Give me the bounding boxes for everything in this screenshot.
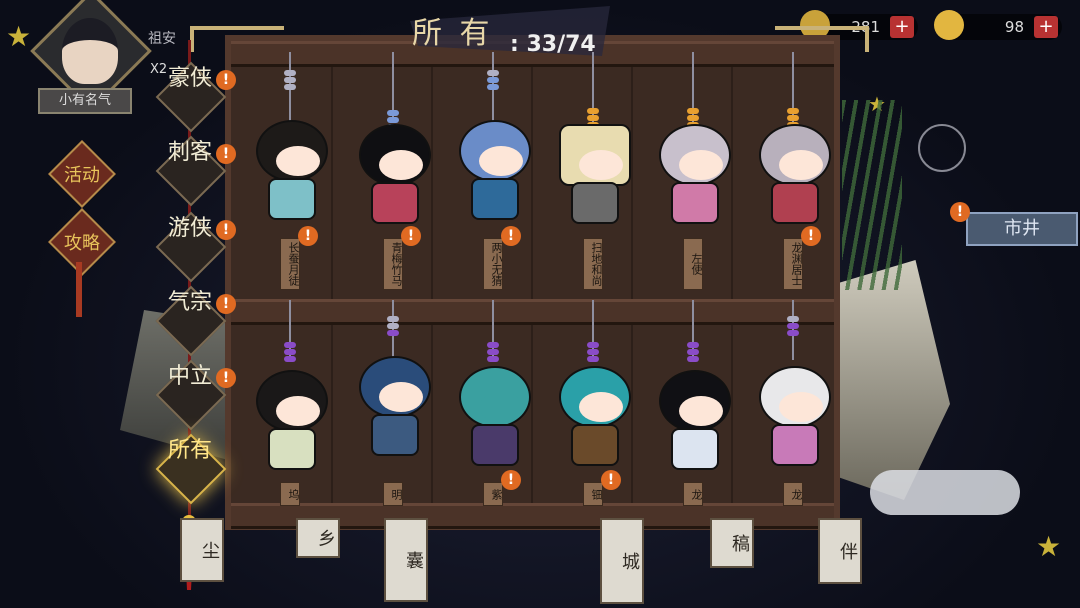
bamboo-decoration: [842, 100, 902, 290]
tab-youxia[interactable]: 游侠 !: [155, 211, 236, 283]
figurine-doll: [353, 356, 433, 466]
tab-qizong[interactable]: 气宗 !: [155, 285, 236, 357]
alert-badge: !: [216, 294, 236, 314]
rank-title: 小有名气: [38, 88, 132, 114]
hanging-beads: [487, 70, 499, 91]
alert-badge: !: [216, 220, 236, 240]
figurine-doll: [453, 366, 533, 476]
bubble-decoration: [918, 124, 966, 172]
figurine-slot[interactable]: 龙渊居士 !: [743, 52, 843, 292]
tab-label: 气宗: [167, 290, 212, 315]
alert-badge: !: [950, 202, 970, 222]
cloud-decoration: [870, 470, 1020, 515]
alert-badge: !: [501, 226, 521, 246]
currency-ingot: 98 +: [934, 10, 1062, 40]
add-leaf-button[interactable]: +: [890, 16, 914, 38]
tab-label: 游侠: [167, 216, 212, 241]
guide-badge-label: 攻略: [64, 233, 100, 254]
figurine-doll: [753, 124, 833, 234]
market-label: 市井: [1004, 218, 1040, 239]
figurine-doll: [453, 120, 533, 230]
figurine-doll: [653, 124, 733, 234]
figurine-slot[interactable]: 青梅竹马 !: [343, 52, 443, 292]
hanging-beads: [487, 342, 499, 363]
figurine-slot[interactable]: 长蚕月徒 !: [240, 52, 340, 292]
hanging-beads: [284, 342, 296, 363]
figurine-slot[interactable]: 紫 !: [443, 300, 543, 540]
figurine-name-tag: 紫: [483, 482, 503, 506]
figurine-name-tag: 钿: [583, 482, 603, 506]
tab-label: 所有: [167, 438, 212, 463]
player-avatar[interactable]: [30, 0, 152, 112]
alert-badge: !: [501, 470, 521, 490]
figurine-slot[interactable]: 扫地和尚: [543, 52, 643, 292]
gold-ingot-icon: [934, 10, 964, 40]
hanging-beads: [787, 316, 799, 337]
figurine-doll: [553, 366, 633, 476]
tab-label: 中立: [167, 364, 212, 389]
add-ingot-button[interactable]: +: [1034, 16, 1058, 38]
tab-label: 豪侠: [167, 66, 212, 91]
cabinet-corner-ornament: [190, 26, 284, 52]
alert-badge: !: [601, 470, 621, 490]
tab-cike[interactable]: 刺客 !: [155, 135, 236, 207]
figurine-slot[interactable]: 钿 !: [543, 300, 643, 540]
figurine-doll: [553, 124, 633, 234]
hanging-beads: [387, 316, 399, 337]
hanging-beads: [687, 342, 699, 363]
star-icon: ★: [1036, 530, 1062, 563]
figurine-name-tag: 左使: [683, 238, 703, 290]
currency-ingot-value: 98: [1004, 18, 1024, 36]
alert-badge: !: [801, 226, 821, 246]
alert-badge: !: [401, 226, 421, 246]
tab-suoyou[interactable]: 所有: [155, 433, 227, 505]
hanging-scroll: 尘: [180, 518, 224, 582]
hanging-scroll: 稿: [710, 518, 754, 568]
figurine-name-tag: 龙: [783, 482, 803, 506]
star-icon: ★: [6, 20, 32, 53]
hanging-scroll: 伴: [818, 518, 862, 584]
cabinet-corner-ornament: [775, 26, 869, 52]
alert-badge: !: [216, 70, 236, 90]
figurine-name-tag: 长蚕月徒: [280, 238, 300, 290]
avatar-portrait: [62, 18, 118, 84]
collection-label: 所 有: [412, 16, 494, 51]
figurine-doll: [353, 124, 433, 234]
hanging-beads: [284, 70, 296, 91]
server-name: 祖安: [148, 31, 176, 47]
figurine-doll: [653, 370, 733, 480]
alert-badge: !: [298, 226, 318, 246]
figurine-name-tag: 龙: [683, 482, 703, 506]
tab-label: 刺客: [167, 140, 212, 165]
activity-badge-label: 活动: [64, 165, 100, 186]
hanging-scroll: 乡: [296, 518, 340, 558]
alert-badge: !: [216, 368, 236, 388]
tassel-decoration: [76, 262, 82, 317]
figurine-doll: [250, 370, 330, 480]
alert-badge: !: [216, 144, 236, 164]
hanging-scroll: 囊: [384, 518, 428, 602]
figurine-name-tag: 青梅竹马: [383, 238, 403, 290]
figurine-slot[interactable]: 龙: [643, 300, 743, 540]
figurine-slot[interactable]: 左使: [643, 52, 743, 292]
figurine-slot[interactable]: 坞: [240, 300, 340, 540]
figurine-slot[interactable]: 明: [343, 300, 443, 540]
market-button[interactable]: 市井: [966, 212, 1078, 246]
figurine-name-tag: 明: [383, 482, 403, 506]
figurine-slot[interactable]: 龙: [743, 300, 843, 540]
figurine-slot[interactable]: 两小无猜 !: [443, 52, 543, 292]
figurine-name-tag: 两小无猜: [483, 238, 503, 290]
hanging-scroll: 城: [600, 518, 644, 604]
figurine-name-tag: 龙渊居士: [783, 238, 803, 290]
figurine-name-tag: 扫地和尚: [583, 238, 603, 290]
hanging-beads: [587, 342, 599, 363]
tab-zhongli[interactable]: 中立 !: [155, 359, 236, 431]
figurine-doll: [250, 120, 330, 230]
tab-haoxia[interactable]: 豪侠 !: [155, 61, 236, 133]
figurine-doll: [753, 366, 833, 476]
figurine-name-tag: 坞: [280, 482, 300, 506]
